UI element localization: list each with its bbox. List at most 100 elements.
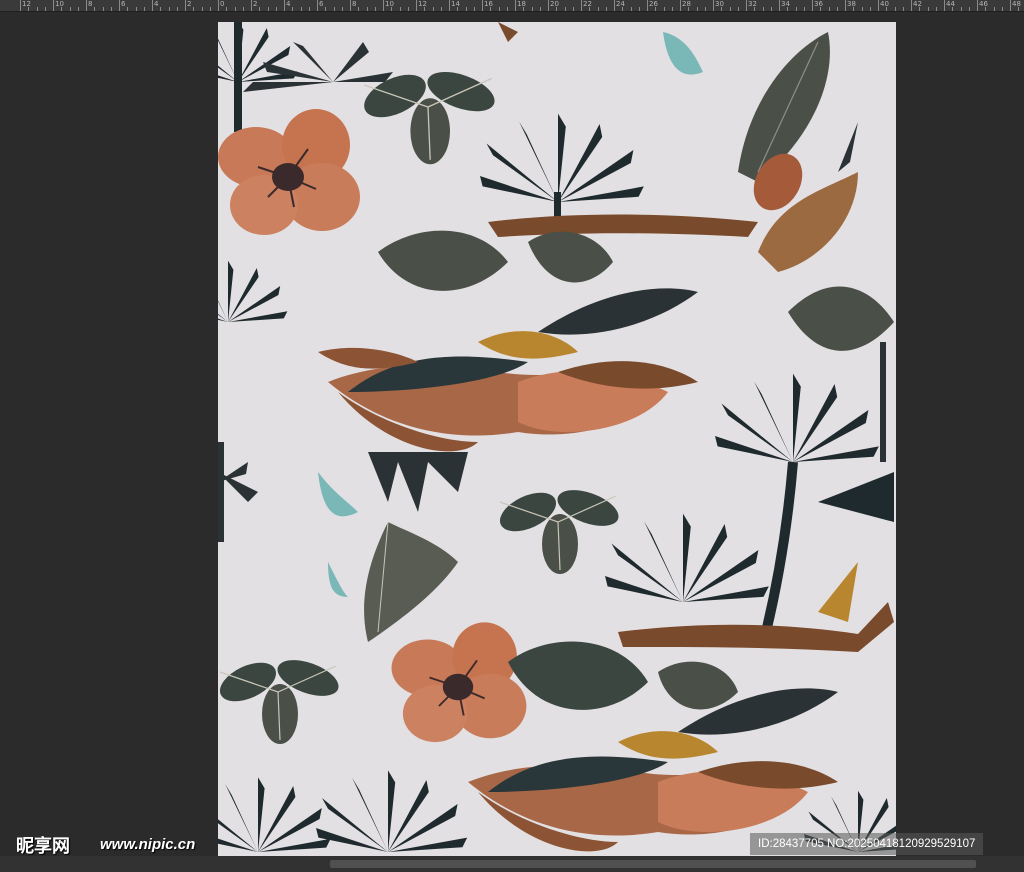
ruler-tick (275, 7, 277, 11)
ruler-tick (424, 7, 426, 11)
ruler-tick (36, 7, 38, 11)
ruler-tick (391, 7, 393, 11)
ruler-tick (985, 7, 987, 11)
ruler-tick (482, 0, 483, 11)
ruler-label: 32 (748, 0, 757, 8)
image-editor-window: 12 10 8 6 4 2 0 2 4 6 8 10 12 14 16 18 20 22 24 26 28 30 32 34 3… (0, 0, 1024, 872)
ruler-tick (927, 7, 929, 11)
ruler-tick (713, 0, 714, 11)
ruler-tick (218, 0, 219, 11)
horizontal-scrollbar[interactable] (0, 856, 1024, 872)
ruler-tick (193, 7, 195, 11)
ruler-tick (523, 7, 525, 11)
ruler-tick (160, 7, 162, 11)
ruler-tick (506, 7, 508, 11)
ruler-tick (671, 7, 673, 11)
ruler-tick (317, 0, 318, 11)
ruler-tick (539, 7, 541, 11)
horizontal-ruler[interactable]: 12 10 8 6 4 2 0 2 4 6 8 10 12 14 16 18 20 22 24 26 28 30 32 34 3… (0, 0, 1024, 12)
ruler-tick (688, 7, 690, 11)
ruler-tick (498, 7, 500, 11)
nipic-logo-watermark: 昵享网 (16, 836, 70, 857)
ruler-tick (185, 0, 186, 11)
ruler-tick (515, 0, 516, 11)
floral-pattern-artwork (218, 22, 896, 852)
nipic-url-watermark: www.nipic.cn (100, 836, 196, 853)
ruler-label: 4 (286, 0, 291, 8)
ruler-tick (292, 7, 294, 11)
ruler-label: 26 (649, 0, 658, 8)
ruler-tick (69, 7, 71, 11)
ruler-tick (919, 7, 921, 11)
ruler-tick (556, 7, 558, 11)
ruler-tick (383, 0, 384, 11)
ruler-tick (259, 7, 261, 11)
ruler-tick (828, 7, 830, 11)
ruler-tick (548, 0, 549, 11)
ruler-label: 6 (121, 0, 126, 8)
ruler-tick (457, 7, 459, 11)
ruler-tick (226, 7, 228, 11)
ruler-tick (28, 7, 30, 11)
ruler-tick (869, 7, 871, 11)
ruler-tick (787, 7, 789, 11)
ruler-tick (581, 0, 582, 11)
ruler-tick (94, 7, 96, 11)
ruler-tick (572, 7, 574, 11)
ruler-tick (812, 0, 813, 11)
ruler-tick (647, 0, 648, 11)
ruler-label: 16 (484, 0, 493, 8)
ruler-tick (1010, 0, 1011, 11)
ruler-label: 4 (154, 0, 159, 8)
ruler-label: 8 (352, 0, 357, 8)
ruler-tick (432, 7, 434, 11)
ruler-tick (333, 7, 335, 11)
ruler-tick (416, 0, 417, 11)
ruler-tick (614, 0, 615, 11)
ruler-tick (490, 7, 492, 11)
ruler-tick (704, 7, 706, 11)
ruler-tick (721, 7, 723, 11)
ruler-label: 44 (946, 0, 955, 8)
ruler-label: 10 (55, 0, 64, 8)
ruler-tick (127, 7, 129, 11)
ruler-label: 10 (385, 0, 394, 8)
ruler-tick (803, 7, 805, 11)
ruler-tick (968, 7, 970, 11)
ruler-tick (746, 0, 747, 11)
ruler-tick (770, 7, 772, 11)
ruler-tick (630, 7, 632, 11)
ruler-label: 14 (451, 0, 460, 8)
ruler-label: 36 (814, 0, 823, 8)
ruler-tick (960, 7, 962, 11)
ruler-label: 42 (913, 0, 922, 8)
document-canvas[interactable] (218, 22, 896, 856)
ruler-tick (53, 0, 54, 11)
ruler-tick (605, 7, 607, 11)
ruler-label: 12 (418, 0, 427, 8)
ruler-tick (358, 7, 360, 11)
ruler-label: 8 (88, 0, 93, 8)
ruler-tick (935, 7, 937, 11)
ruler-tick (440, 7, 442, 11)
ruler-tick (86, 0, 87, 11)
ruler-tick (399, 7, 401, 11)
ruler-tick (977, 0, 978, 11)
ruler-tick (795, 7, 797, 11)
ruler-tick (242, 7, 244, 11)
ruler-tick (663, 7, 665, 11)
ruler-tick (1001, 7, 1003, 11)
image-id-watermark: ID:28437705 NO:20250418120929529107 (750, 833, 984, 855)
ruler-tick (737, 7, 739, 11)
ruler-label: 2 (187, 0, 192, 8)
scrollbar-thumb[interactable] (330, 860, 976, 868)
ruler-tick (251, 0, 252, 11)
ruler-label: 0 (220, 0, 225, 8)
ruler-tick (465, 7, 467, 11)
ruler-tick (168, 7, 170, 11)
ruler-label: 46 (979, 0, 988, 8)
ruler-tick (102, 7, 104, 11)
ruler-tick (143, 7, 145, 11)
ruler-tick (20, 0, 21, 11)
ruler-tick (135, 7, 137, 11)
